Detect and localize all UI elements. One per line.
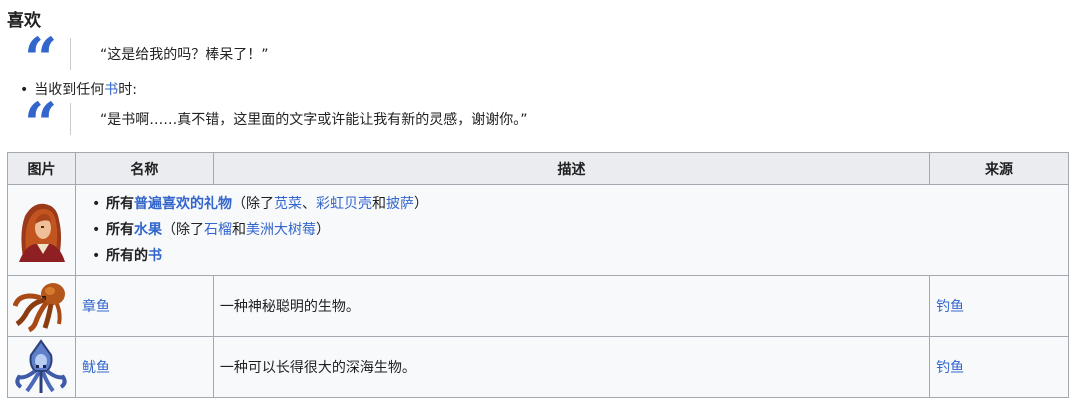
list-item: 所有的书 bbox=[92, 243, 1062, 269]
link-pomegranate[interactable]: 石榴 bbox=[204, 222, 232, 238]
cell-name: 鱿鱼 bbox=[74, 336, 214, 398]
pref1-prefix: 所有 bbox=[105, 196, 134, 212]
list-item: 所有普遍喜欢的礼物（除了苋菜、彩虹贝壳和披萨） bbox=[92, 191, 1062, 217]
octopus-image-cell bbox=[7, 275, 76, 337]
cell-source: 钓鱼 bbox=[929, 336, 1069, 398]
gift-table: 图片 名称 描述 来源 所有普遍喜欢的礼物（除了苋菜、彩虹贝壳 bbox=[7, 152, 1070, 398]
table-row-universal: 所有普遍喜欢的礼物（除了苋菜、彩虹贝壳和披萨） 所有水果（除了石榴和美洲大树莓）… bbox=[7, 184, 1070, 276]
link-fruit[interactable]: 水果 bbox=[134, 222, 162, 238]
quote-divider bbox=[70, 38, 71, 70]
link-squid[interactable]: 鱿鱼 bbox=[82, 360, 110, 376]
link-universal-loves[interactable]: 普遍喜欢的礼物 bbox=[134, 196, 232, 212]
quote-mark-icon: “ bbox=[24, 25, 57, 93]
header-image: 图片 bbox=[7, 152, 76, 185]
header-description: 描述 bbox=[212, 152, 931, 185]
universal-preferences-cell: 所有普遍喜欢的礼物（除了苋菜、彩虹贝壳和披萨） 所有水果（除了石榴和美洲大树莓）… bbox=[74, 184, 1070, 276]
pref2-and: 和 bbox=[231, 222, 246, 238]
link-rainbow-shell[interactable]: 彩虹贝壳 bbox=[316, 196, 372, 212]
pref1-except: （除了 bbox=[231, 196, 274, 212]
cell-name: 章鱼 bbox=[74, 275, 214, 337]
quote-text-2: “是书啊……真不错，这里面的文字或许能让我有新的灵感，谢谢你。” bbox=[100, 112, 528, 128]
link-fishing[interactable]: 钓鱼 bbox=[936, 299, 964, 315]
list-item: 所有水果（除了石榴和美洲大树莓） bbox=[92, 217, 1062, 243]
link-pizza[interactable]: 披萨 bbox=[386, 196, 414, 212]
pref1-and: 和 bbox=[371, 196, 386, 212]
squid-icon bbox=[15, 339, 68, 393]
link-fishing[interactable]: 钓鱼 bbox=[936, 360, 964, 376]
pref2-except: （除了 bbox=[161, 222, 204, 238]
table-row: 章鱼 一种神秘聪明的生物。 钓鱼 bbox=[7, 275, 1069, 337]
header-name: 名称 bbox=[74, 152, 214, 185]
pref2-close: ） bbox=[315, 222, 330, 238]
header-source: 来源 bbox=[929, 152, 1069, 185]
preferences-list: 所有普遍喜欢的礼物（除了苋菜、彩虹贝壳和披萨） 所有水果（除了石榴和美洲大树莓）… bbox=[82, 191, 1062, 269]
quote-mark-icon: “ bbox=[24, 90, 57, 158]
cell-description: 一种可以长得很大的深海生物。 bbox=[212, 336, 931, 398]
pref3-prefix: 所有的 bbox=[105, 248, 148, 264]
quote-divider bbox=[70, 103, 71, 135]
cell-description: 一种神秘聪明的生物。 bbox=[212, 275, 931, 337]
pref1-sep: 、 bbox=[301, 196, 316, 212]
cell-source: 钓鱼 bbox=[929, 275, 1069, 337]
pref2-prefix: 所有 bbox=[105, 222, 134, 238]
elliott-portrait-icon bbox=[19, 203, 66, 262]
table-row: 鱿鱼 一种可以长得很大的深海生物。 钓鱼 bbox=[7, 336, 1069, 398]
link-octopus[interactable]: 章鱼 bbox=[82, 299, 110, 315]
link-salmonberry[interactable]: 美洲大树莓 bbox=[246, 222, 316, 238]
quote-text-1: “这是给我的吗？棒呆了！” bbox=[100, 47, 269, 63]
squid-image-cell bbox=[7, 336, 76, 398]
table-header-row: 图片 名称 描述 来源 bbox=[7, 152, 1069, 185]
link-amaranth[interactable]: 苋菜 bbox=[274, 196, 302, 212]
pref1-close: ） bbox=[413, 196, 428, 212]
link-books[interactable]: 书 bbox=[148, 248, 162, 264]
bullet-suffix: 时: bbox=[118, 82, 137, 98]
octopus-icon bbox=[13, 283, 66, 332]
link-book[interactable]: 书 bbox=[104, 82, 118, 98]
portrait-cell bbox=[7, 184, 76, 276]
